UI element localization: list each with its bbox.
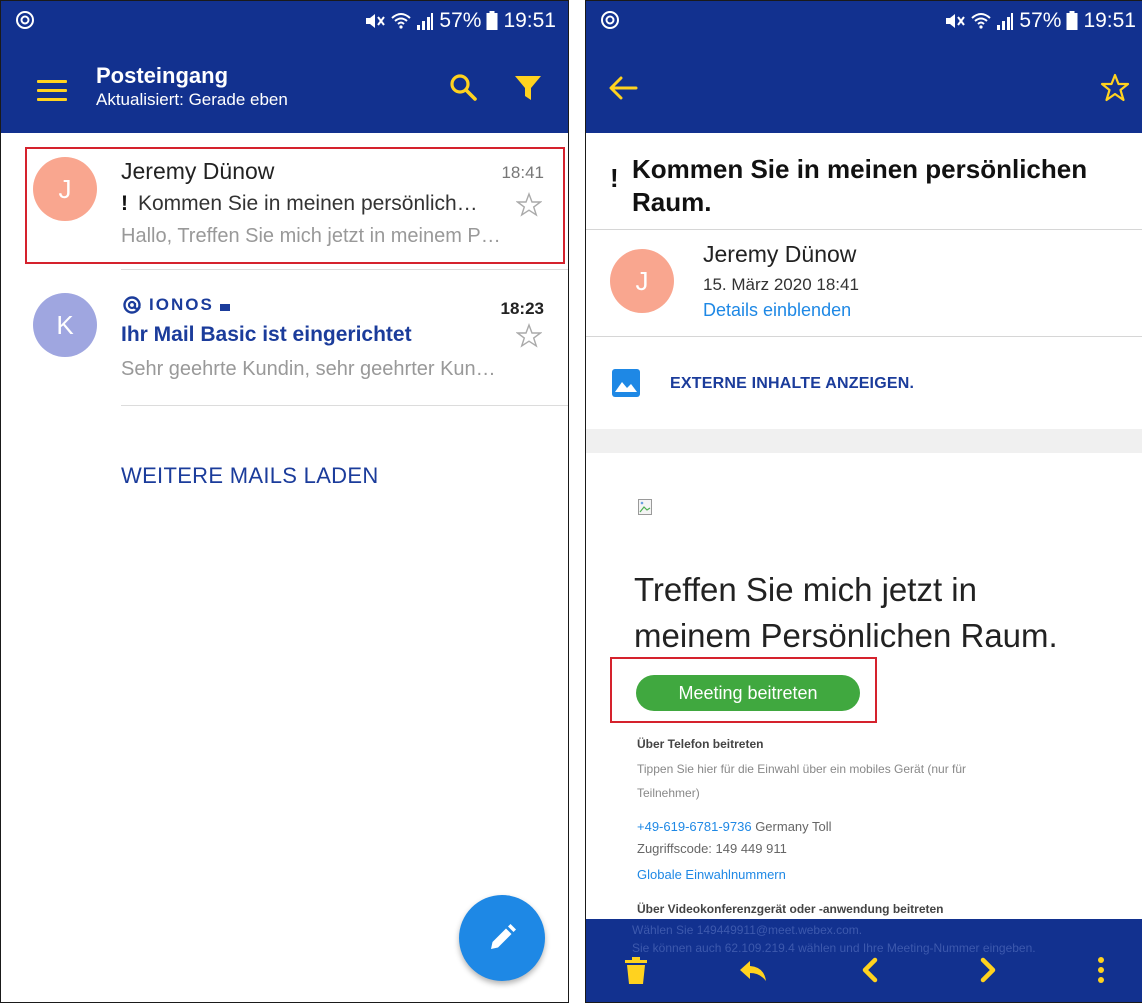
power-icon [601,11,619,29]
filter-icon[interactable] [514,74,542,102]
global-numbers-link[interactable]: Globale Einwahlnummern [637,867,786,882]
access-code: Zugriffscode: 149 449 911 [637,841,787,856]
battery-icon [1066,11,1078,30]
email-subject: Ihr Mail Basic ist eingerichtet [121,323,412,346]
reply-icon[interactable] [738,955,768,985]
phone-join-desc: Teilnehmer) [637,786,700,800]
search-icon[interactable] [448,72,478,102]
avatar: K [33,293,97,357]
dial-in-line: +49-619-6781-9736 Germany Toll [637,819,832,834]
dial-in-number[interactable]: +49-619-6781-9736 [637,819,752,834]
chevron-right-icon[interactable] [972,955,1002,985]
status-bar: 57% 19:51 [1,1,568,43]
wifi-icon [391,13,412,29]
power-icon [16,11,34,29]
app-bar [586,43,1142,133]
phone-join-heading: Über Telefon beitreten [637,737,764,751]
inbox-screen: 57% 19:51 Posteingang Aktualisiert: Gera… [0,0,569,1003]
faint-text: Sie können auch 62.109.219.4 wählen und … [632,941,1036,955]
star-icon[interactable] [516,323,542,349]
page-subtitle: Aktualisiert: Gerade eben [96,90,288,109]
email-time: 18:23 [500,299,544,318]
subject-line: Raum. [632,187,712,217]
highlight-box [25,147,565,264]
divider [121,405,568,406]
separator-band [586,429,1142,453]
details-link[interactable]: Details einblenden [703,300,851,321]
video-join-heading: Über Videokonferenzgerät oder -anwendung… [637,902,944,916]
external-content-button[interactable]: EXTERNE INHALTE ANZEIGEN. [586,363,1142,409]
at-logo-icon [123,296,141,314]
title-box: Posteingang Aktualisiert: Gerade eben [96,63,288,111]
join-meeting-button[interactable]: Meeting beitreten [636,675,860,711]
star-icon[interactable] [1100,73,1130,103]
bottom-toolbar: Wählen Sie 149449911@meet.webex.com. Sie… [586,919,1142,1002]
message-screen: 57% 19:51 ! Kommen Sie in meinen persönl… [585,0,1142,1003]
load-more-button[interactable]: WEITERE MAILS LADEN [121,463,379,489]
divider [586,336,1142,337]
subject-line: Kommen Sie in meinen persönlichen [632,154,1088,184]
menu-icon [37,80,67,83]
menu-button[interactable] [37,80,67,102]
page-title: Posteingang [96,63,229,88]
message-sender: Jeremy Dünow [703,241,857,267]
signal-icon [417,13,434,30]
chevron-left-icon[interactable] [856,955,886,985]
battery-percent: 57% [439,9,482,32]
image-icon [612,369,640,397]
app-bar: Posteingang Aktualisiert: Gerade eben [1,43,568,133]
back-arrow-icon[interactable] [608,74,638,102]
external-content-label: EXTERNE INHALTE ANZEIGEN. [670,375,915,392]
mute-icon [366,14,386,28]
clock: 19:51 [503,9,556,32]
email-headline: Treffen Sie mich jetzt in meinem Persönl… [634,571,1058,654]
message-date: 15. März 2020 18:41 [703,275,859,294]
phone-join-desc: Tippen Sie hier für die Einwahl über ein… [637,762,967,776]
divider [121,269,568,270]
trash-icon[interactable] [622,955,652,985]
mute-icon [946,14,966,28]
email-list-item[interactable]: K IONOS 18:23 Ihr Mail Basic ist eingeri… [1,271,568,407]
battery-percent: 57% [1019,9,1062,32]
wifi-icon [971,13,992,29]
compose-button[interactable] [459,895,545,981]
broken-image-icon [638,499,652,515]
ionos-logo: IONOS [121,295,230,315]
faint-text: Wählen Sie 149449911@meet.webex.com. [632,923,863,937]
clock: 19:51 [1083,9,1136,32]
signal-icon [997,13,1014,30]
avatar: J [610,249,674,313]
email-preview: Sehr geehrte Kundin, sehr geehrter Kun… [121,358,496,380]
battery-icon [486,11,498,30]
more-options-icon[interactable] [1086,955,1116,985]
pencil-icon [491,924,516,949]
priority-icon: ! [610,163,619,193]
status-bar: 57% 19:51 [586,1,1142,43]
divider [586,229,1142,230]
